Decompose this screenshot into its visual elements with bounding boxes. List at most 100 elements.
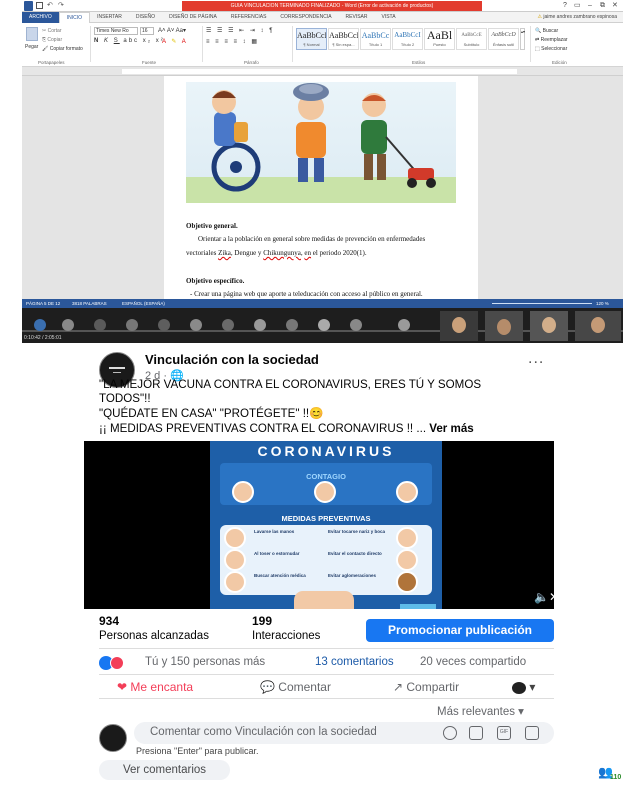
app-icon[interactable] xyxy=(62,319,74,331)
interactions-count: 199 xyxy=(252,614,273,628)
text-run: el periodo 2020(1). xyxy=(311,249,367,257)
style-enfasis-sutil[interactable]: AaBbCcD Énfasis sutil xyxy=(488,28,519,50)
font-size-select[interactable]: 16 xyxy=(140,27,154,35)
style-sample: AaBbCc xyxy=(361,31,390,40)
undo-icon[interactable]: ↶ xyxy=(47,1,53,9)
grow-font-icon[interactable]: A˄ A˅ Aa▾ xyxy=(158,27,186,34)
paste-icon[interactable] xyxy=(26,27,38,41)
shares-count-link[interactable]: 20 veces compartido xyxy=(420,656,526,668)
text-run: Zika xyxy=(218,249,231,257)
handwash-icon xyxy=(224,527,246,549)
page-count[interactable]: PÁGINA 5 DE 12 xyxy=(26,299,60,308)
love-label: Me encanta xyxy=(130,680,194,694)
love-button[interactable]: ❤ Me encanta xyxy=(117,680,193,694)
tab-inicio[interactable]: INICIO xyxy=(58,11,91,23)
list-icons[interactable]: ☰ ☰ ☰ ⇤ ⇥ ↕ ¶ xyxy=(206,27,274,34)
tab-revisar[interactable]: REVISAR xyxy=(339,14,375,20)
app-icon[interactable] xyxy=(190,319,202,331)
reaction-icons[interactable] xyxy=(99,656,139,670)
align-icons[interactable]: ≡ ≡ ≡ ≡ ↕ ▦ xyxy=(206,38,259,45)
tab-archivo[interactable]: ARCHIVO xyxy=(22,11,59,23)
comments-count-link[interactable]: 13 comentarios xyxy=(315,656,394,668)
close-button[interactable]: ✕ xyxy=(612,0,618,12)
word-logo-icon xyxy=(24,1,33,11)
tab-insertar[interactable]: INSERTAR xyxy=(90,14,129,20)
format-painter-label: Copiar formato xyxy=(49,46,83,52)
minimize-button[interactable]: – xyxy=(588,0,592,12)
word-window: ↶ ↷ GUIA VINCULACION TERMINADO FINALIZAD… xyxy=(22,0,623,343)
tip-label: Buscar atención médica xyxy=(254,573,306,578)
post-as-selector[interactable]: ▾ xyxy=(512,680,535,694)
tab-diseno-pagina[interactable]: DISEÑO DE PÁGINA xyxy=(162,14,224,20)
redo-icon[interactable]: ↷ xyxy=(58,1,64,9)
comment-sort-dropdown[interactable]: Más relevantes ▾ xyxy=(437,704,524,718)
tip-label: Evitar tocarse nariz y boca xyxy=(328,529,386,534)
format-painter-button[interactable]: 🖌 Copiar formato xyxy=(42,46,83,52)
style-sin-espaciado[interactable]: AaBbCcI ¶ Sin espa... xyxy=(328,28,359,50)
comment-placeholder: Comentar como Vinculación con la socieda… xyxy=(150,726,377,738)
app-icon[interactable] xyxy=(126,319,138,331)
help-button[interactable]: ? xyxy=(563,0,567,12)
copy-button[interactable]: ⎘ Copiar xyxy=(42,37,62,43)
post-text-line: "QUÉDATE EN CASA" "PROTÉGETE" !!😊 xyxy=(99,407,324,420)
sticker-icon[interactable] xyxy=(525,726,539,740)
more-options-icon[interactable]: ... xyxy=(528,351,544,367)
promote-post-button[interactable]: Promocionar publicación xyxy=(366,619,554,642)
style-titulo-1[interactable]: AaBbCc Título 1 xyxy=(360,28,391,50)
account-name[interactable]: ⚠ jaime andres zambrano espinosa xyxy=(537,14,623,20)
editing-group-label: Edición xyxy=(552,60,567,65)
ribbon-display-button[interactable]: ▭ xyxy=(574,0,581,12)
comment-button[interactable]: 💬 Comentar xyxy=(260,680,331,694)
ribbon: Pegar ✂ Cortar ⎘ Copiar 🖌 Copiar formato… xyxy=(22,23,623,67)
contacts-badge[interactable]: 👥 110 xyxy=(596,763,625,785)
app-icon[interactable] xyxy=(254,319,266,331)
app-icon[interactable] xyxy=(286,319,298,331)
interactions-label: Interacciones xyxy=(252,630,321,642)
app-icon[interactable] xyxy=(158,319,170,331)
text-color-icons[interactable]: A ✎ A xyxy=(162,38,188,45)
replace-button[interactable]: ⇄ Reemplazar xyxy=(535,37,568,43)
see-more-link[interactable]: Ver más xyxy=(429,422,473,435)
reactions-summary[interactable]: Tú y 150 personas más xyxy=(145,656,265,668)
view-comments-button[interactable]: Ver comentarios xyxy=(99,760,230,780)
footer-bar xyxy=(400,604,436,609)
objective-general-line1: Orientar a la población en general sobre… xyxy=(198,235,426,243)
select-button[interactable]: ⬚ Seleccionar xyxy=(535,46,567,52)
copy-label: Copiar xyxy=(47,37,63,43)
gif-icon[interactable]: GIF xyxy=(497,726,511,740)
paste-label: Pegar xyxy=(25,44,39,50)
app-icon[interactable] xyxy=(318,319,330,331)
app-icon[interactable] xyxy=(350,319,362,331)
ruler-active-area[interactable] xyxy=(122,69,517,74)
find-button[interactable]: 🔍 Buscar xyxy=(535,28,558,34)
cut-button[interactable]: ✂ Cortar xyxy=(42,28,62,34)
style-normal[interactable]: AaBbCcI ¶ Normal xyxy=(296,28,327,50)
style-subtitulo[interactable]: AaBbCcE Subtítulo xyxy=(456,28,487,50)
tab-diseno[interactable]: DISEÑO xyxy=(129,14,162,20)
emoji-icon[interactable] xyxy=(443,726,457,740)
camera-icon[interactable] xyxy=(469,726,483,740)
tab-referencias[interactable]: REFERENCIAS xyxy=(224,14,274,20)
styles-more-icon[interactable]: ▴▾ xyxy=(520,28,525,50)
restore-button[interactable]: ⧉ xyxy=(600,0,605,12)
share-button[interactable]: ↗ Compartir xyxy=(393,680,459,694)
app-icon[interactable] xyxy=(222,319,234,331)
language-status[interactable]: ESPAÑOL (ESPAÑA) xyxy=(122,299,165,308)
save-icon[interactable] xyxy=(36,2,43,9)
page-name[interactable]: Vinculación con la sociedad xyxy=(145,352,319,367)
select-label: Seleccionar xyxy=(541,46,568,52)
word-count[interactable]: 3818 PALABRAS xyxy=(72,299,107,308)
font-name-select[interactable]: Times New Ro xyxy=(94,27,138,35)
mute-icon[interactable]: 🔈✕ xyxy=(534,590,559,604)
zoom-level[interactable]: 120 % xyxy=(596,299,609,308)
app-icon[interactable] xyxy=(398,319,410,331)
font-format-icons[interactable]: N K S abc x₂ x² xyxy=(94,38,165,44)
objective-specific-heading: Objetivo específico. xyxy=(186,277,245,285)
zoom-slider[interactable] xyxy=(492,303,592,304)
app-icon[interactable] xyxy=(94,319,106,331)
tab-vista[interactable]: VISTA xyxy=(375,14,403,20)
style-titulo-2[interactable]: AaBbCcI Título 2 xyxy=(392,28,423,50)
style-puesto[interactable]: AaBl Puesto xyxy=(424,28,455,50)
app-icon[interactable] xyxy=(34,319,46,331)
tab-correspondencia[interactable]: CORRESPONDENCIA xyxy=(273,14,338,20)
